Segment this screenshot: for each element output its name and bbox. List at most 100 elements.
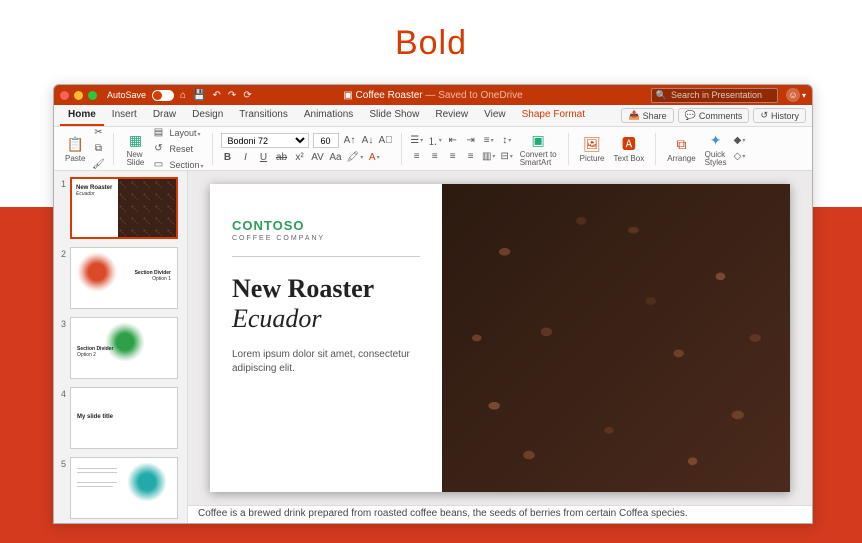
tab-design[interactable]: Design <box>184 105 231 126</box>
bold-button[interactable]: B <box>221 150 235 164</box>
reset-icon: ↺ <box>151 142 165 156</box>
reset-button[interactable]: Reset <box>169 144 193 154</box>
clear-format-button[interactable]: A⃠ <box>379 134 393 148</box>
format-painter-button[interactable]: 🖌 <box>91 158 105 172</box>
paste-icon: 📋 <box>65 134 85 154</box>
picture-icon: 🖼 <box>582 134 602 154</box>
account-caret-icon[interactable]: ▾ <box>802 91 806 100</box>
divider-line <box>232 256 420 257</box>
tab-transitions[interactable]: Transitions <box>231 105 296 126</box>
tab-draw[interactable]: Draw <box>145 105 184 126</box>
qat-save-icon[interactable]: 💾 <box>193 90 205 101</box>
quick-styles-button[interactable]: ✦Quick Styles <box>702 130 730 167</box>
comments-icon: 💬 <box>685 110 696 121</box>
tab-review[interactable]: Review <box>427 105 476 126</box>
bullets-button[interactable]: ☰ <box>410 134 424 148</box>
qat-undo-icon[interactable]: ↶ <box>213 90 221 101</box>
text-direction-button[interactable]: ↕ <box>500 134 514 148</box>
minimize-window-icon[interactable] <box>74 91 83 100</box>
picture-button[interactable]: 🖼Picture <box>577 134 608 163</box>
powerpoint-window: AutoSave ⌂ 💾 ↶ ↷ ⟳ ▣ Coffee Roaster — Sa… <box>53 84 813 524</box>
slide-title-line1[interactable]: New Roaster <box>232 275 420 304</box>
tab-animations[interactable]: Animations <box>296 105 361 126</box>
slide-thumbnail-1[interactable]: New RoasterEcuador <box>70 177 178 239</box>
quick-styles-icon: ✦ <box>706 130 726 150</box>
line-spacing-button[interactable]: ≡ <box>482 134 496 148</box>
align-right-button[interactable]: ≡ <box>446 150 460 164</box>
shape-fill-button[interactable]: ◆ <box>732 134 746 148</box>
tab-view[interactable]: View <box>476 105 514 126</box>
font-name-select[interactable]: Bodoni 72 <box>221 133 309 148</box>
increase-font-button[interactable]: A↑ <box>343 134 357 148</box>
copy-button[interactable]: ⧉ <box>91 142 105 156</box>
share-button[interactable]: 📤Share <box>621 108 673 123</box>
align-text-button[interactable]: ⊟ <box>500 150 514 164</box>
slide-canvas[interactable]: CONTOSO COFFEE COMPANY New Roaster Ecuad… <box>210 184 790 492</box>
search-input[interactable] <box>671 90 771 100</box>
doc-icon: ▣ <box>343 90 355 101</box>
decrease-font-button[interactable]: A↓ <box>361 134 375 148</box>
search-box[interactable]: 🔍 <box>651 88 778 103</box>
slide-thumbnail-4[interactable]: My slide title <box>70 387 178 449</box>
font-size-input[interactable] <box>313 133 339 148</box>
section-button[interactable]: Section <box>169 160 203 170</box>
close-window-icon[interactable] <box>60 91 69 100</box>
slide-thumbnail-5[interactable] <box>70 457 178 519</box>
history-button[interactable]: ↺History <box>753 108 806 123</box>
underline-button[interactable]: U <box>257 150 271 164</box>
slide-image-placeholder[interactable] <box>442 184 790 492</box>
share-icon: 📤 <box>628 110 639 121</box>
ribbon-tabs: Home Insert Draw Design Transitions Anim… <box>54 105 812 127</box>
comments-button[interactable]: 💬Comments <box>678 108 750 123</box>
page-heading: Bold <box>0 0 862 81</box>
smartart-icon: ▣ <box>528 130 548 150</box>
shape-outline-button[interactable]: ◇ <box>732 150 746 164</box>
columns-button[interactable]: ▥ <box>482 150 496 164</box>
strike-button[interactable]: ab <box>275 150 289 164</box>
qat-refresh-icon[interactable]: ⟳ <box>243 90 251 101</box>
tab-home[interactable]: Home <box>60 105 104 126</box>
history-icon: ↺ <box>760 110 768 121</box>
slide-body-text[interactable]: Lorem ipsum dolor sit amet, consectetur … <box>232 348 420 376</box>
slide-panel[interactable]: 1 New RoasterEcuador 2 Section DividerOp… <box>54 171 188 523</box>
slide-thumbnail-2[interactable]: Section DividerOption 1 <box>70 247 178 309</box>
tab-insert[interactable]: Insert <box>104 105 145 126</box>
ribbon-home: 📋 Paste ✂ ⧉ 🖌 ▦ New Slide ▤Layout ↺Reset… <box>54 127 812 171</box>
change-case-button[interactable]: Aa <box>329 150 343 164</box>
cut-button[interactable]: ✂ <box>91 126 105 140</box>
autosave-toggle[interactable] <box>152 90 174 101</box>
account-avatar[interactable]: ☺ <box>786 88 800 102</box>
slide-canvas-area[interactable]: CONTOSO COFFEE COMPANY New Roaster Ecuad… <box>188 171 812 505</box>
slide-title-line2[interactable]: Ecuador <box>232 304 420 334</box>
textbox-button[interactable]: 🅰Text Box <box>611 134 648 163</box>
brand-subtitle[interactable]: COFFEE COMPANY <box>232 235 420 242</box>
speaker-notes[interactable]: Coffee is a brewed drink prepared from r… <box>188 505 812 523</box>
document-title: ▣ Coffee Roaster — Saved to OneDrive <box>343 90 522 101</box>
arrange-button[interactable]: ⧉Arrange <box>664 134 698 163</box>
qat-home-icon[interactable]: ⌂ <box>180 90 186 101</box>
titlebar: AutoSave ⌂ 💾 ↶ ↷ ⟳ ▣ Coffee Roaster — Sa… <box>54 85 812 105</box>
italic-button[interactable]: I <box>239 150 253 164</box>
qat-redo-icon[interactable]: ↷ <box>228 90 236 101</box>
subscript-button[interactable]: x² <box>293 150 307 164</box>
zoom-window-icon[interactable] <box>88 91 97 100</box>
increase-indent-button[interactable]: ⇥ <box>464 134 478 148</box>
convert-smartart-button[interactable]: ▣ Convert to SmartArt <box>517 130 560 167</box>
align-center-button[interactable]: ≡ <box>428 150 442 164</box>
slide-thumbnail-3[interactable]: Section DividerOption 2 <box>70 317 178 379</box>
brand-name[interactable]: CONTOSO <box>232 218 420 233</box>
char-spacing-button[interactable]: AV <box>311 150 325 164</box>
search-icon: 🔍 <box>656 90 667 101</box>
decrease-indent-button[interactable]: ⇤ <box>446 134 460 148</box>
tab-shape-format[interactable]: Shape Format <box>514 105 593 126</box>
highlight-button[interactable]: 🖍 <box>347 150 364 164</box>
layout-button[interactable]: Layout <box>169 128 200 138</box>
align-left-button[interactable]: ≡ <box>410 150 424 164</box>
new-slide-button[interactable]: ▦ New Slide <box>122 130 148 167</box>
window-controls[interactable] <box>60 91 97 100</box>
tab-slide-show[interactable]: Slide Show <box>361 105 427 126</box>
font-color-button[interactable]: A <box>367 150 381 164</box>
justify-button[interactable]: ≡ <box>464 150 478 164</box>
paste-button[interactable]: 📋 Paste <box>62 134 88 163</box>
numbering-button[interactable]: ⒈ <box>428 134 442 148</box>
